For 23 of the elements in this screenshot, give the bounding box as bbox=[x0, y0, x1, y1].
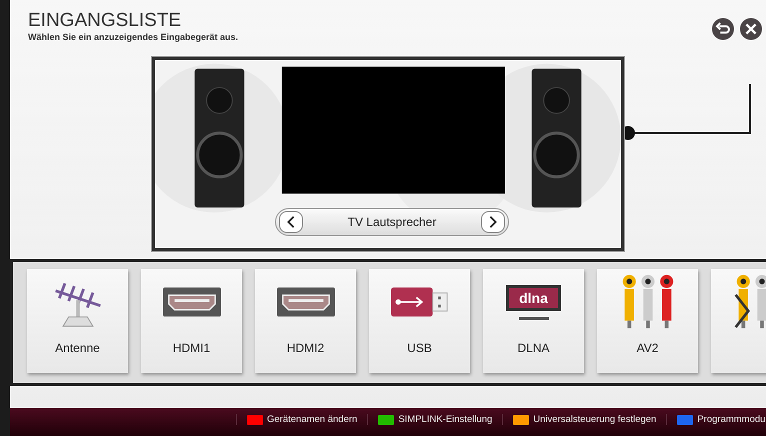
output-label: TV Lautsprecher bbox=[348, 215, 436, 229]
footer-label: Gerätenamen ändern bbox=[267, 414, 358, 425]
chevron-right-icon bbox=[488, 215, 498, 229]
input-tile[interactable]: dlna DLNA bbox=[483, 269, 584, 373]
previous-button[interactable] bbox=[279, 211, 303, 233]
page-subtitle: Wählen Sie ein anzuzeigendes Eingabegerät aus. bbox=[28, 32, 238, 42]
hdmi-port-icon bbox=[162, 287, 220, 317]
footer-label: SIMPLINK-Einstellung bbox=[398, 414, 492, 425]
input-tile[interactable]: Antenne bbox=[27, 269, 128, 373]
hdmi-port-icon bbox=[276, 287, 334, 317]
close-icon[interactable] bbox=[740, 18, 762, 40]
input-tile[interactable]: AV2 bbox=[597, 269, 698, 373]
chevron-left-icon bbox=[286, 215, 296, 229]
input-tile[interactable]: HDMI1 bbox=[141, 269, 242, 373]
page-title: EINGANGSLISTE bbox=[28, 10, 182, 32]
next-button[interactable] bbox=[481, 211, 505, 233]
input-tile[interactable]: USB bbox=[369, 269, 470, 373]
usb-stick-icon bbox=[390, 286, 448, 318]
footer-label: Universalsteuerung festlegen bbox=[533, 414, 656, 425]
back-icon[interactable] bbox=[712, 18, 734, 40]
chevron-right-icon[interactable] bbox=[733, 291, 751, 331]
footer-label: Programmmodu bbox=[697, 414, 766, 425]
input-tile[interactable]: HDMI2 bbox=[255, 269, 356, 373]
